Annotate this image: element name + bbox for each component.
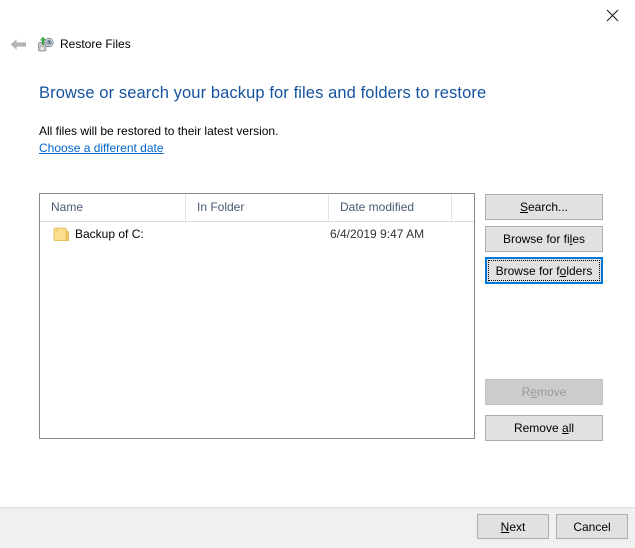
restore-files-icon: [36, 36, 54, 54]
row-name-text: Backup of C:: [75, 227, 144, 241]
listview-body: Backup of C: 6/4/2019 9:47 AM: [40, 222, 474, 438]
close-icon: [606, 9, 619, 22]
title-bar: [0, 0, 635, 30]
choose-different-date-link[interactable]: Choose a different date: [39, 141, 164, 155]
search-button-label: Search...: [519, 200, 569, 214]
column-header-date-modified[interactable]: Date modified: [328, 194, 451, 221]
browse-for-files-label: Browse for files: [502, 232, 586, 246]
cell-in-folder: [187, 222, 327, 247]
restore-files-dialog: { "window": { "title": "Restore Files", …: [0, 0, 635, 548]
restore-description: All files will be restored to their late…: [39, 124, 279, 138]
remove-button-label: Remove: [521, 385, 567, 399]
page-title: Browse or search your backup for files a…: [39, 84, 487, 102]
listview-header: Name In Folder Date modified: [40, 194, 474, 222]
column-header-spacer[interactable]: [451, 194, 474, 221]
remove-button: Remove: [485, 379, 603, 405]
remove-all-button-label: Remove all: [513, 421, 575, 435]
search-button[interactable]: Search...: [485, 194, 603, 220]
browse-for-files-button[interactable]: Browse for files: [485, 226, 603, 252]
back-button[interactable]: [6, 35, 30, 57]
navigation-row: Restore Files: [0, 33, 635, 59]
browse-for-folders-label: Browse for folders: [495, 263, 593, 278]
cell-date-modified: 6/4/2019 9:47 AM: [330, 227, 425, 241]
window-title: Restore Files: [60, 37, 131, 51]
remove-all-button[interactable]: Remove all: [485, 415, 603, 441]
folder-icon: [53, 226, 70, 241]
column-header-name[interactable]: Name: [40, 194, 185, 221]
next-button-label: Next: [500, 519, 526, 534]
column-header-in-folder[interactable]: In Folder: [185, 194, 328, 221]
table-row[interactable]: Backup of C: 6/4/2019 9:47 AM: [40, 222, 474, 247]
next-button[interactable]: Next: [477, 514, 549, 539]
cancel-button-label: Cancel: [573, 519, 611, 534]
backup-items-listview[interactable]: Name In Folder Date modified Backup of C…: [39, 193, 475, 439]
browse-for-folders-button[interactable]: Browse for folders: [485, 257, 603, 284]
back-arrow-icon: [9, 37, 28, 55]
cancel-button[interactable]: Cancel: [556, 514, 628, 539]
close-button[interactable]: [590, 0, 635, 30]
